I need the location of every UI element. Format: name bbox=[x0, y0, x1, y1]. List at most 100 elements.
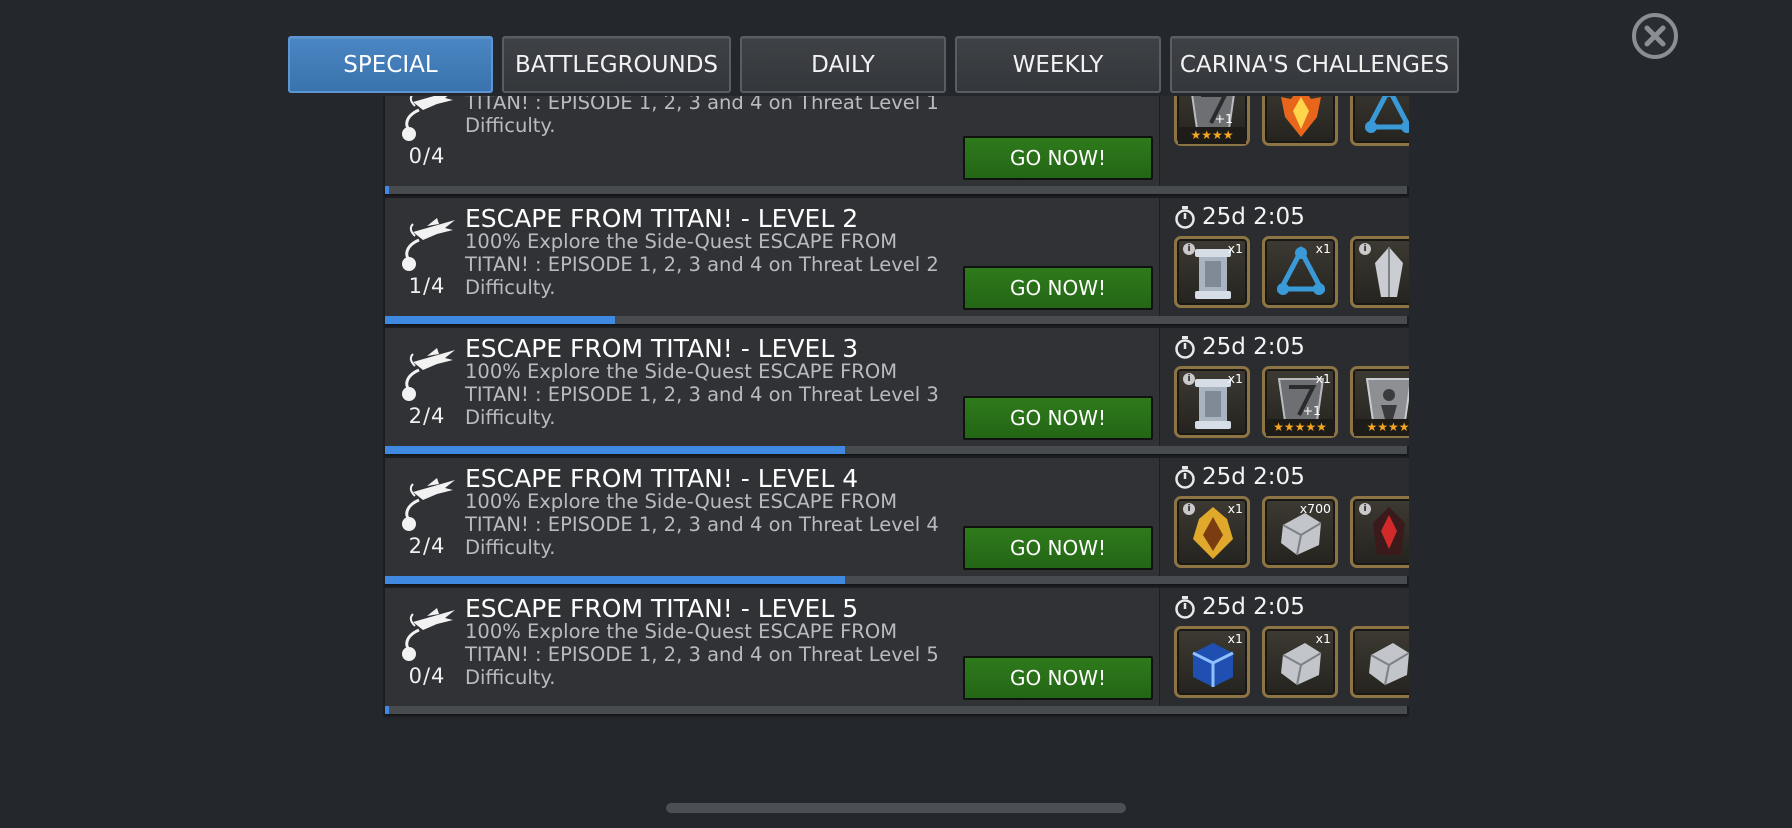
quest-card-1: 0/4 100% Explore the Side-Quest ESCAPE F… bbox=[383, 96, 1409, 194]
progress-bar-fill bbox=[385, 576, 845, 584]
stopwatch-icon bbox=[1175, 336, 1195, 359]
spaceship-icon bbox=[402, 608, 455, 661]
reward-panel: x1★★★★+1ix1 bbox=[1159, 96, 1409, 186]
stopwatch-icon bbox=[1175, 206, 1195, 229]
progress-bar bbox=[385, 316, 1407, 324]
reward-item[interactable]: i x1 bbox=[1174, 236, 1250, 308]
progress-count: 1/4 bbox=[408, 274, 446, 298]
quest-description: 100% Explore the Side-Quest ESCAPE FROM … bbox=[465, 230, 939, 299]
spaceship-icon bbox=[402, 348, 455, 401]
reward-item[interactable] bbox=[1350, 626, 1409, 698]
quest-title: ESCAPE FROM TITAN! - LEVEL 5 bbox=[465, 594, 859, 623]
info-icon[interactable]: i bbox=[1359, 243, 1371, 255]
reward-quantity: x1 bbox=[1227, 631, 1243, 646]
progress-bar-fill bbox=[385, 706, 389, 714]
tab-special[interactable]: SPECIAL bbox=[288, 36, 493, 93]
progress-count: 2/4 bbox=[408, 534, 446, 558]
reward-list: i x1 x700 i bbox=[1174, 496, 1409, 568]
go-now-button[interactable]: GO NOW! bbox=[963, 526, 1153, 570]
quest-list[interactable]: 0/4 100% Explore the Side-Quest ESCAPE F… bbox=[383, 96, 1409, 790]
quest-description: 100% Explore the Side-Quest ESCAPE FROM … bbox=[465, 490, 939, 559]
progress-bar-fill bbox=[385, 186, 389, 194]
reward-item[interactable]: x1 bbox=[1174, 626, 1250, 698]
reward-item[interactable]: x700 bbox=[1262, 496, 1338, 568]
go-now-button[interactable]: GO NOW! bbox=[963, 136, 1153, 180]
reward-list: x1 x1 bbox=[1174, 626, 1409, 698]
info-icon[interactable]: i bbox=[1183, 373, 1195, 385]
info-icon[interactable]: i bbox=[1183, 503, 1195, 515]
quest-title: ESCAPE FROM TITAN! - LEVEL 3 bbox=[465, 334, 859, 363]
reward-quantity: x700 bbox=[1299, 501, 1331, 516]
quest-card-2: 1/4 ESCAPE FROM TITAN! - LEVEL 2 100% Ex… bbox=[383, 196, 1409, 324]
info-icon[interactable]: i bbox=[1359, 503, 1371, 515]
progress-bar bbox=[385, 446, 1407, 454]
reward-item[interactable]: x1 bbox=[1262, 626, 1338, 698]
spaceship-icon bbox=[402, 96, 453, 141]
spaceship-icon bbox=[402, 218, 455, 271]
reward-item[interactable]: ix1 bbox=[1174, 366, 1250, 438]
star-rating: ★★★★★ bbox=[1266, 419, 1334, 436]
timer: 25d 2:05 bbox=[1174, 334, 1305, 360]
reward-badge: +1 bbox=[1214, 111, 1233, 126]
go-now-button[interactable]: GO NOW! bbox=[963, 656, 1153, 700]
timer: 25d 2:05 bbox=[1174, 594, 1305, 620]
timer-text: 25d 2:05 bbox=[1202, 334, 1305, 360]
close-button[interactable] bbox=[1632, 13, 1678, 59]
reward-item[interactable]: x1 bbox=[1262, 236, 1338, 308]
tab-carinas-challenges[interactable]: CARINA'S CHALLENGES bbox=[1170, 36, 1459, 93]
star-rating: ★★★★ bbox=[1178, 127, 1246, 144]
progress-bar-fill bbox=[385, 446, 845, 454]
quest-description: 100% Explore the Side-Quest ESCAPE FROM … bbox=[465, 360, 939, 429]
quest-card-3: 2/4 ESCAPE FROM TITAN! - LEVEL 3 100% Ex… bbox=[383, 326, 1409, 454]
quest-card-4: 2/4 ESCAPE FROM TITAN! - LEVEL 4 100% Ex… bbox=[383, 456, 1409, 584]
quest-card-5: 0/4 ESCAPE FROM TITAN! - LEVEL 5 100% Ex… bbox=[383, 586, 1409, 714]
reward-item[interactable]: ix1 bbox=[1262, 96, 1338, 146]
quest-title: ESCAPE FROM TITAN! - LEVEL 4 bbox=[465, 464, 859, 493]
reward-list: i x1 x1 ★★★★★ +1 ★★★★ bbox=[1174, 366, 1409, 438]
reward-item[interactable]: x1 ★★★★★ +1 bbox=[1262, 366, 1338, 438]
quest-description: 100% Explore the Side-Quest ESCAPE FROM … bbox=[465, 620, 939, 689]
close-icon bbox=[1644, 25, 1666, 47]
progress-count: 0/4 bbox=[408, 664, 446, 688]
reward-panel: 25d 2:05 x1 x1 bbox=[1159, 588, 1409, 706]
timer-text: 25d 2:05 bbox=[1202, 464, 1305, 490]
tab-bar: SPECIAL BATTLEGROUNDS DAILY WEEKLY CARIN… bbox=[288, 36, 1459, 93]
spaceship-icon bbox=[402, 478, 455, 531]
timer-text: 25d 2:05 bbox=[1202, 204, 1305, 230]
timer: 25d 2:05 bbox=[1174, 464, 1305, 490]
reward-item[interactable] bbox=[1350, 96, 1409, 146]
reward-list: i x1 x1 i bbox=[1174, 236, 1409, 308]
reward-quantity: x1 bbox=[1227, 241, 1243, 256]
timer: 25d 2:05 bbox=[1174, 204, 1305, 230]
reward-item[interactable]: i bbox=[1350, 496, 1409, 568]
reward-item[interactable]: x1★★★★+1 bbox=[1174, 96, 1250, 146]
reward-item[interactable]: i bbox=[1350, 236, 1409, 308]
progress-bar-fill bbox=[385, 316, 615, 324]
reward-panel: 25d 2:05 i x1 x1 ★★★★★ +1 ★★★★ bbox=[1159, 328, 1409, 446]
star-rating: ★★★★ bbox=[1354, 419, 1409, 436]
reward-item[interactable]: i x1 bbox=[1174, 496, 1250, 568]
tab-weekly[interactable]: WEEKLY bbox=[955, 36, 1161, 93]
progress-count: 2/4 bbox=[408, 404, 446, 428]
info-icon[interactable]: i bbox=[1183, 243, 1195, 255]
tab-battlegrounds[interactable]: BATTLEGROUNDS bbox=[502, 36, 731, 93]
reward-quantity: x1 bbox=[1315, 631, 1331, 646]
reward-quantity: x1 bbox=[1315, 371, 1331, 386]
go-now-button[interactable]: GO NOW! bbox=[963, 396, 1153, 440]
tab-daily[interactable]: DAILY bbox=[740, 36, 946, 93]
progress-bar bbox=[385, 706, 1407, 714]
reward-list: x1★★★★+1ix1 bbox=[1174, 96, 1409, 146]
reward-quantity: x1 bbox=[1315, 241, 1331, 256]
reward-badge: +1 bbox=[1302, 403, 1321, 418]
stopwatch-icon bbox=[1175, 466, 1195, 489]
reward-quantity: x1 bbox=[1227, 501, 1243, 516]
go-now-button[interactable]: GO NOW! bbox=[963, 266, 1153, 310]
progress-bar bbox=[385, 576, 1407, 584]
stopwatch-icon bbox=[1175, 596, 1195, 619]
horizontal-scrollbar[interactable] bbox=[666, 803, 1126, 813]
progress-bar bbox=[385, 186, 1407, 194]
reward-panel: 25d 2:05 i x1 x700 i bbox=[1159, 458, 1409, 576]
reward-item[interactable]: ★★★★ bbox=[1350, 366, 1409, 438]
progress-count: 0/4 bbox=[408, 144, 446, 168]
timer-text: 25d 2:05 bbox=[1202, 594, 1305, 620]
